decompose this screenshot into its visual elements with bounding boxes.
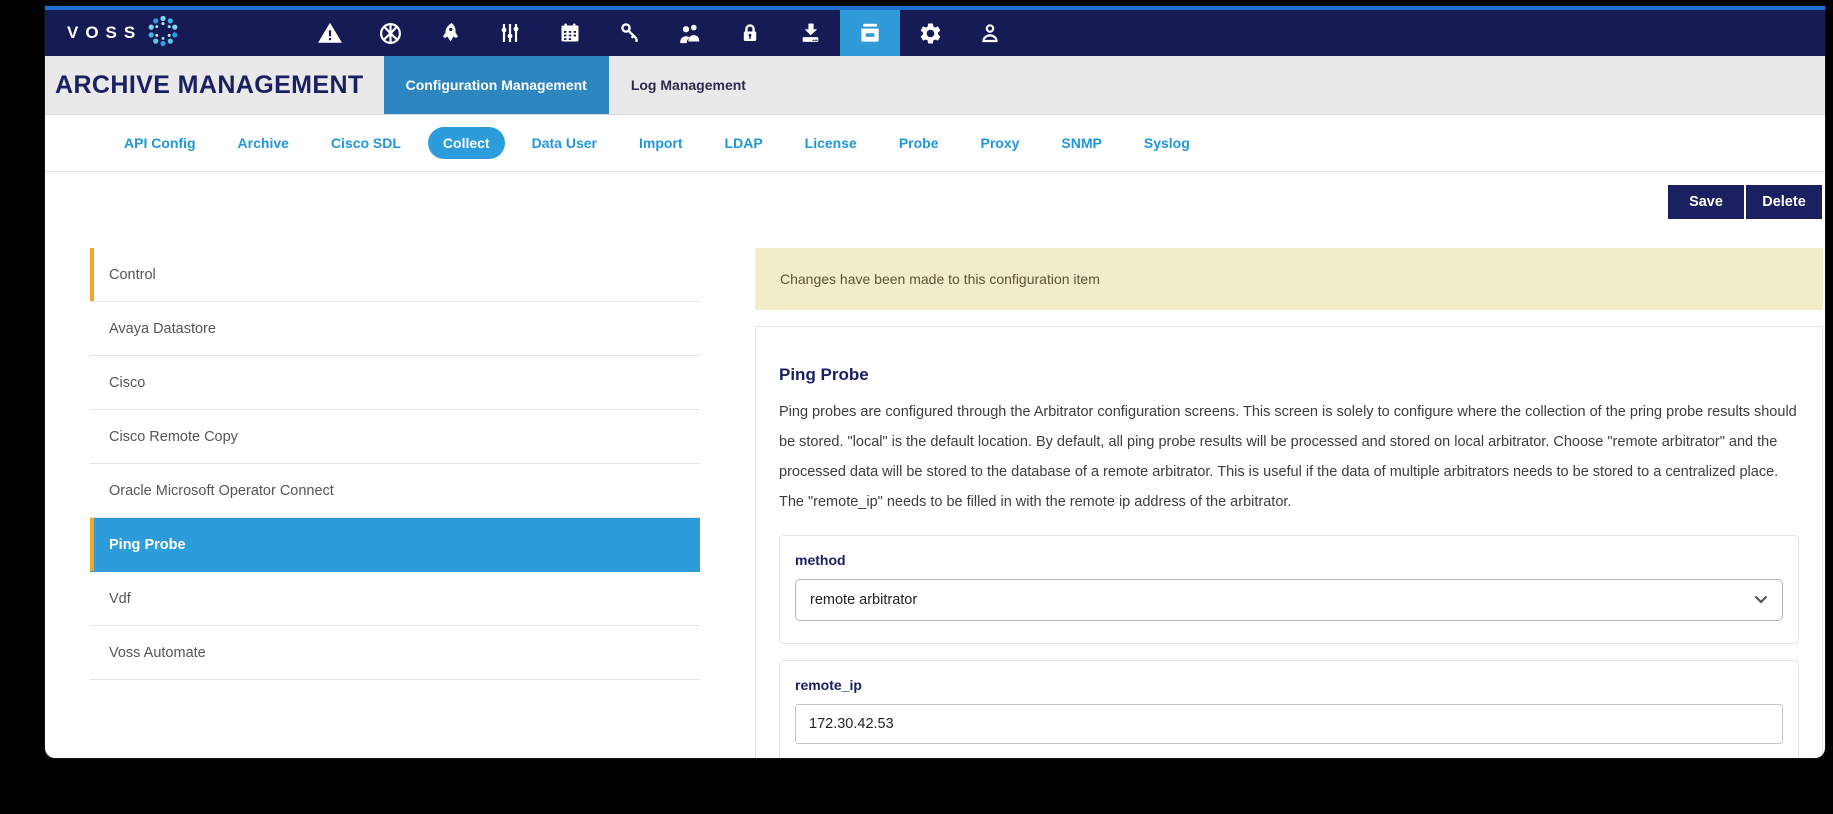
remote-ip-field-group: remote_ip bbox=[779, 660, 1799, 758]
gear-icon bbox=[918, 21, 943, 46]
user-groups-nav-button[interactable] bbox=[660, 10, 720, 56]
subnav-item-cisco-sdl[interactable]: Cisco SDL bbox=[316, 127, 416, 159]
calendar-icon bbox=[558, 21, 582, 45]
list-item-vdf[interactable]: Vdf bbox=[90, 572, 700, 626]
subnav-item-ldap[interactable]: LDAP bbox=[710, 127, 778, 159]
module-tabs: Configuration Management Log Management bbox=[384, 56, 768, 114]
subnav-item-snmp[interactable]: SNMP bbox=[1046, 127, 1116, 159]
subnav-item-archive[interactable]: Archive bbox=[223, 127, 304, 159]
subnav-item-license[interactable]: License bbox=[790, 127, 872, 159]
lock-icon bbox=[738, 21, 762, 45]
account-nav-button[interactable] bbox=[960, 10, 1020, 56]
archive-nav-button[interactable] bbox=[840, 10, 900, 56]
subnav-item-probe[interactable]: Probe bbox=[884, 127, 954, 159]
ping-probe-panel: Ping Probe Ping probes are configured th… bbox=[755, 326, 1823, 758]
list-item-control[interactable]: Control bbox=[90, 248, 700, 302]
method-select[interactable]: remote arbitrator bbox=[795, 579, 1783, 621]
remote-ip-input[interactable] bbox=[795, 704, 1783, 744]
voss-logo-icon bbox=[144, 12, 182, 55]
archive-box-icon bbox=[857, 20, 883, 46]
section-title: Ping Probe bbox=[779, 365, 1799, 385]
alerts-nav-button[interactable] bbox=[300, 10, 360, 56]
chevron-down-icon bbox=[1754, 592, 1768, 608]
page-header: ARCHIVE MANAGEMENT Configuration Managem… bbox=[45, 56, 1825, 115]
tab-configuration-management[interactable]: Configuration Management bbox=[384, 56, 609, 114]
subnav-item-api-config[interactable]: API Config bbox=[109, 127, 211, 159]
import-export-nav-button[interactable] bbox=[780, 10, 840, 56]
list-item-oracle-microsoft-operator-connect[interactable]: Oracle Microsoft Operator Connect bbox=[90, 464, 700, 518]
voss-logo: VOSS bbox=[67, 12, 182, 55]
network-globe-icon bbox=[378, 21, 403, 46]
key-icon bbox=[618, 21, 642, 45]
download-icon bbox=[798, 21, 823, 46]
access-keys-nav-button[interactable] bbox=[600, 10, 660, 56]
subnav-item-collect[interactable]: Collect bbox=[428, 127, 505, 159]
app-window: VOSS bbox=[45, 6, 1825, 758]
method-field-group: method remote arbitrator bbox=[779, 535, 1799, 644]
main-area: Control Avaya Datastore Cisco Cisco Remo… bbox=[45, 228, 1825, 758]
page-title: ARCHIVE MANAGEMENT bbox=[55, 71, 364, 100]
list-item-voss-automate[interactable]: Voss Automate bbox=[90, 626, 700, 680]
warning-icon bbox=[317, 20, 343, 46]
subnav-item-data-user[interactable]: Data User bbox=[517, 127, 612, 159]
subnav-item-import[interactable]: Import bbox=[624, 127, 698, 159]
schedule-nav-button[interactable] bbox=[540, 10, 600, 56]
network-nav-button[interactable] bbox=[360, 10, 420, 56]
system-settings-nav-button[interactable] bbox=[900, 10, 960, 56]
list-item-cisco-remote-copy[interactable]: Cisco Remote Copy bbox=[90, 410, 700, 464]
section-description: Ping probes are configured through the A… bbox=[779, 397, 1799, 517]
save-button[interactable]: Save bbox=[1668, 185, 1744, 219]
remote-ip-field-label: remote_ip bbox=[795, 677, 1783, 693]
config-subnav: API Config Archive Cisco SDL Collect Dat… bbox=[45, 115, 1825, 171]
detail-pane: Changes have been made to this configura… bbox=[755, 248, 1823, 758]
subnav-item-syslog[interactable]: Syslog bbox=[1129, 127, 1205, 159]
settings-sliders-nav-button[interactable] bbox=[480, 10, 540, 56]
top-nav-icons bbox=[300, 10, 1020, 56]
list-item-ping-probe[interactable]: Ping Probe bbox=[90, 518, 700, 572]
list-item-avaya-datastore[interactable]: Avaya Datastore bbox=[90, 302, 700, 356]
list-item-cisco[interactable]: Cisco bbox=[90, 356, 700, 410]
unsaved-changes-banner: Changes have been made to this configura… bbox=[755, 248, 1823, 310]
method-select-value: remote arbitrator bbox=[810, 592, 917, 608]
security-nav-button[interactable] bbox=[720, 10, 780, 56]
config-item-list: Control Avaya Datastore Cisco Cisco Remo… bbox=[90, 248, 700, 680]
sliders-icon bbox=[498, 21, 522, 45]
top-nav-bar: VOSS bbox=[45, 10, 1825, 56]
tab-log-management[interactable]: Log Management bbox=[609, 56, 768, 114]
voss-logo-text: VOSS bbox=[67, 23, 142, 43]
users-icon bbox=[677, 20, 703, 46]
method-field-label: method bbox=[795, 552, 1783, 568]
person-icon bbox=[978, 21, 1002, 45]
launch-nav-button[interactable] bbox=[420, 10, 480, 56]
delete-button[interactable]: Delete bbox=[1746, 185, 1822, 219]
action-toolbar: Save Delete bbox=[45, 172, 1825, 228]
rocket-icon bbox=[438, 21, 462, 45]
subnav-item-proxy[interactable]: Proxy bbox=[966, 127, 1035, 159]
